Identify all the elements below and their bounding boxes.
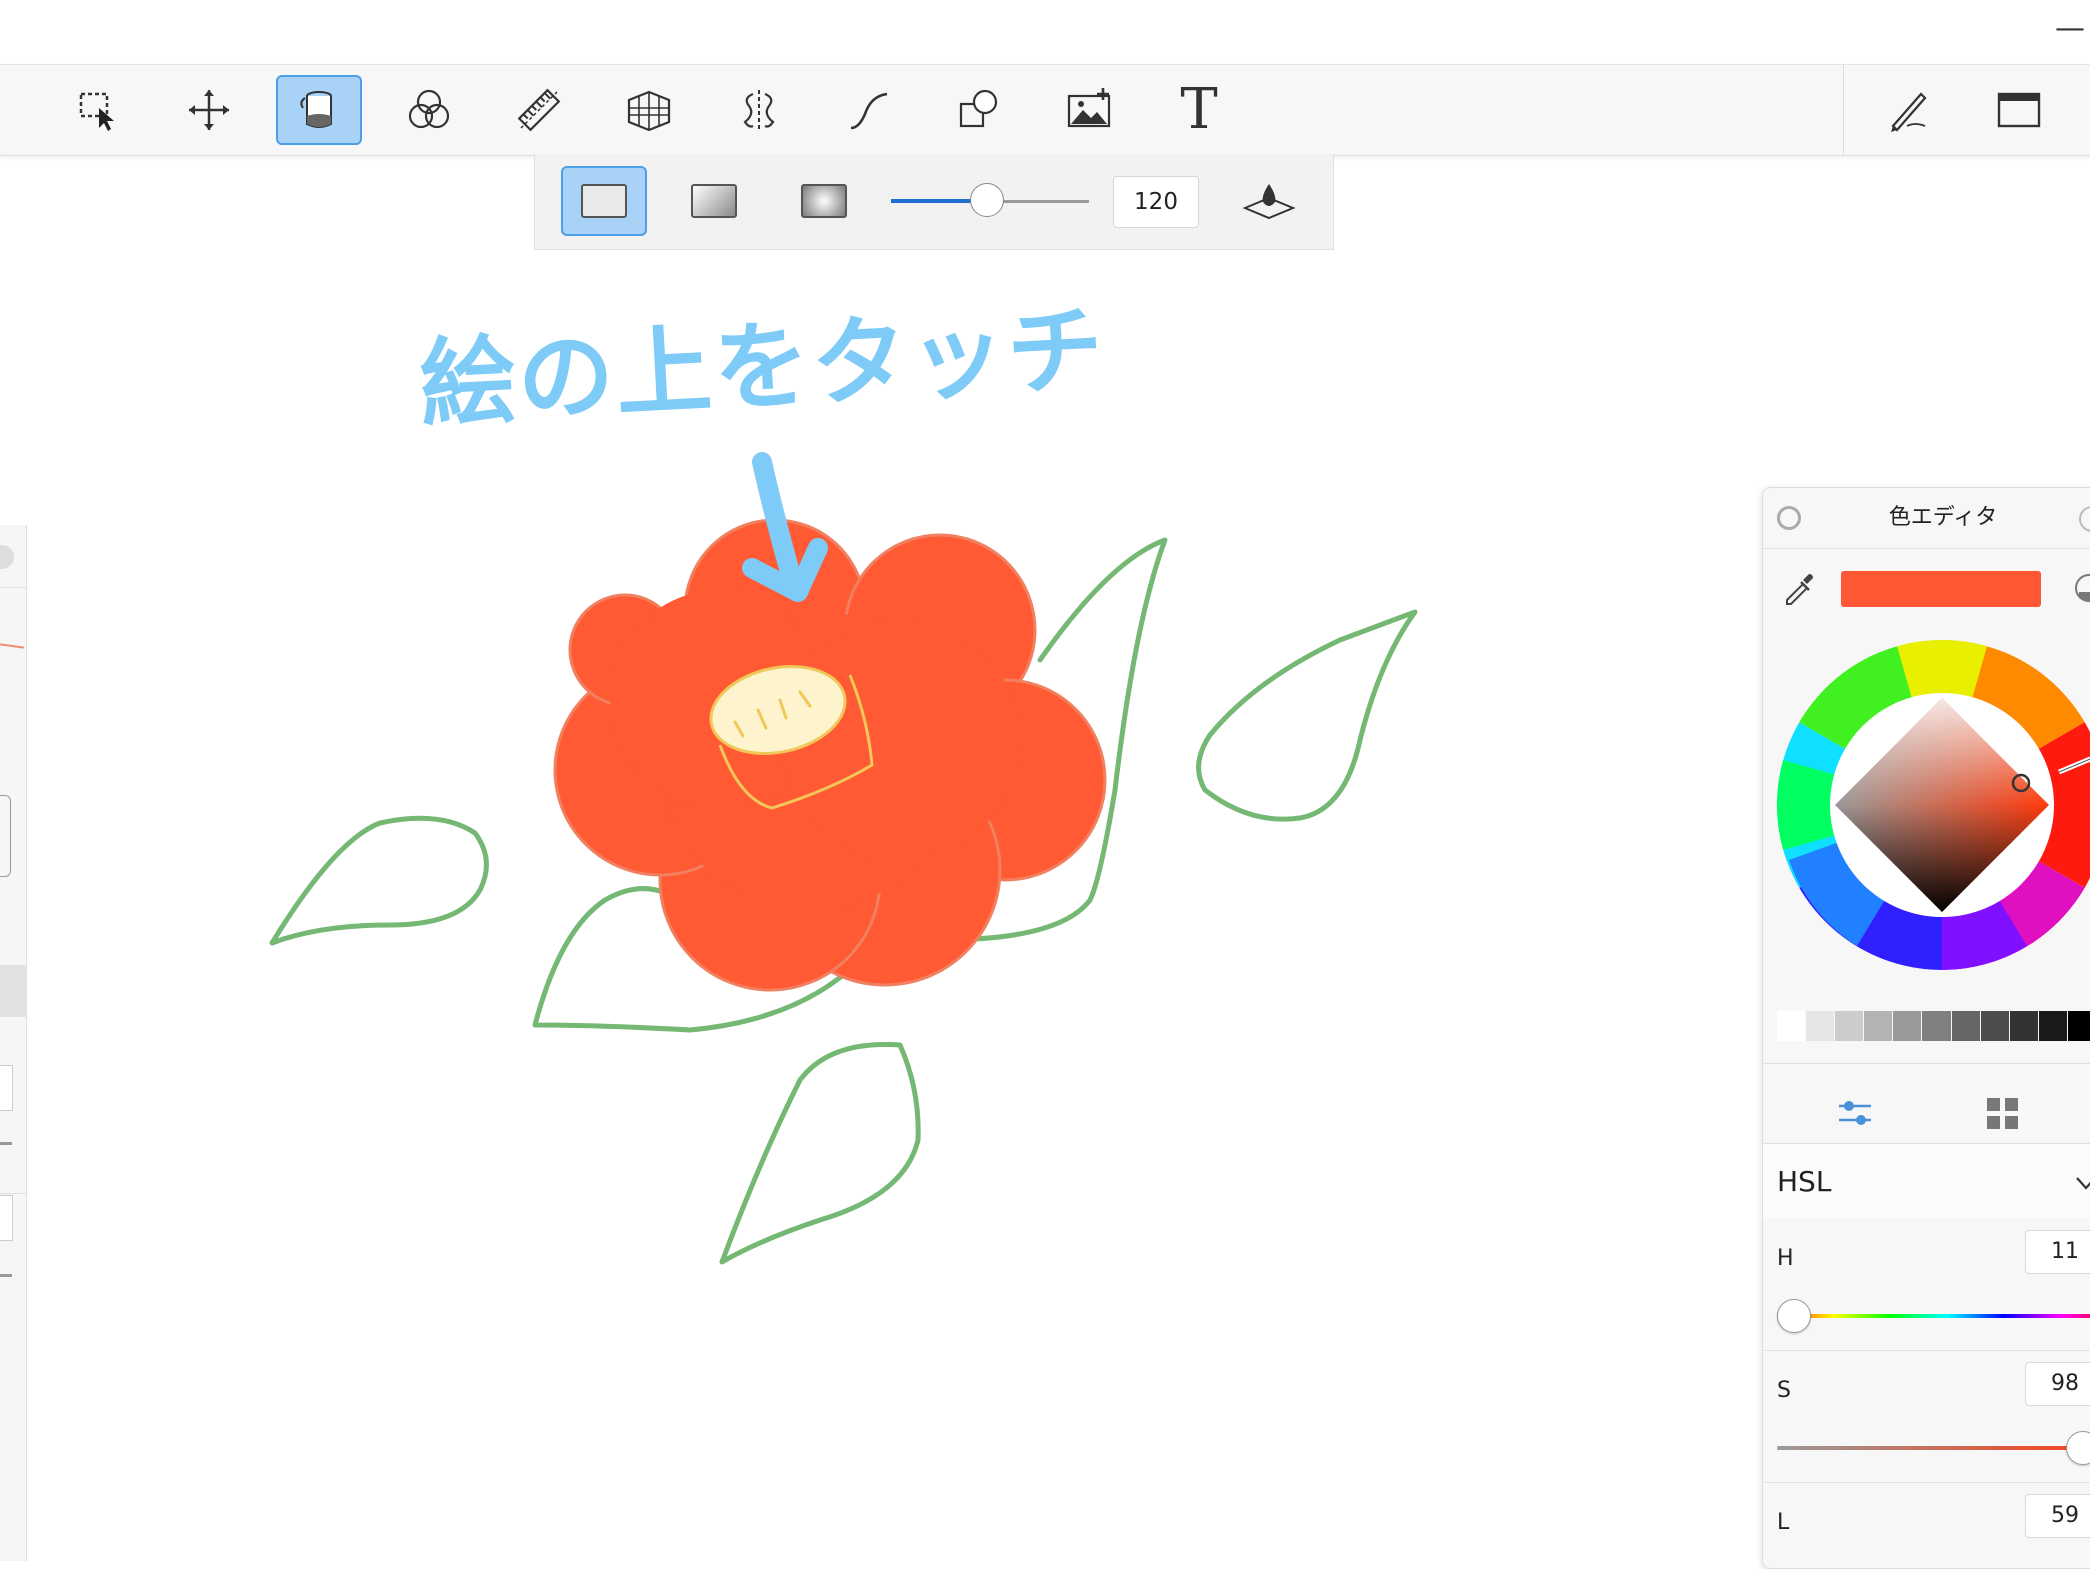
selection-icon <box>79 92 114 131</box>
lightness-label: L <box>1777 1510 1790 1535</box>
symmetry-icon <box>743 90 775 130</box>
ruler-icon <box>517 88 561 132</box>
leaf-bottom <box>719 1041 921 1265</box>
color-editor-header: 色エディタ <box>1763 488 2090 549</box>
saturation-slider-thumb[interactable] <box>2066 1431 2090 1465</box>
tolerance-slider-thumb[interactable] <box>970 183 1004 217</box>
perspective-grid-icon <box>627 90 671 132</box>
symmetry-tool-button[interactable] <box>716 75 802 145</box>
hue-slider-thumb[interactable] <box>1777 1299 1811 1333</box>
text-tool-button[interactable]: T <box>1156 75 1242 145</box>
pen-settings-button[interactable] <box>1866 75 1952 145</box>
toolbar-divider <box>1843 65 1844 155</box>
perspective-tool-button[interactable] <box>606 75 692 145</box>
minimize-button[interactable]: — <box>2050 14 2090 44</box>
curve-icon <box>850 92 888 130</box>
ruler-tool-button[interactable] <box>496 75 582 145</box>
fill-layer-drop-icon[interactable] <box>1241 180 1297 224</box>
hsl-divider-2 <box>1763 1482 2090 1483</box>
leaf-right <box>1196 609 1418 822</box>
hue-label: H <box>1777 1246 1794 1271</box>
title-bar: — <box>0 0 2090 64</box>
move-tool-button[interactable] <box>166 75 252 145</box>
blend-tool-button[interactable] <box>386 75 472 145</box>
lightness-value-field[interactable]: 59 <box>2025 1494 2090 1538</box>
color-editor-panel: 色エディタ HSL H 11 S 98 L 59 <box>1762 487 2090 1569</box>
text-icon: T <box>1180 77 1218 142</box>
color-options-icon[interactable] <box>2071 570 2090 606</box>
saturation-label: S <box>1777 1378 1791 1403</box>
paint-bucket-icon <box>300 91 332 128</box>
move-arrows-icon <box>189 90 229 130</box>
window-icon <box>1997 92 2041 128</box>
swatch-grid-tab-icon[interactable] <box>1981 1092 2025 1136</box>
panel-divider <box>1763 1063 2090 1064</box>
grayscale-swatches <box>1777 1011 2090 1041</box>
main-toolbar: T <box>0 64 2090 156</box>
color-mode-dropdown[interactable]: HSL <box>1763 1144 2090 1218</box>
gray-swatch[interactable] <box>1777 1011 1807 1041</box>
saturation-value-field[interactable]: 98 <box>2025 1362 2090 1406</box>
curve-tool-button[interactable] <box>826 75 912 145</box>
gray-swatch[interactable] <box>2067 1011 2090 1041</box>
fill-solid-button[interactable] <box>561 166 647 236</box>
gray-swatch[interactable] <box>1806 1011 1836 1041</box>
solid-fill-icon <box>581 184 627 218</box>
fill-linear-gradient-button[interactable] <box>671 166 757 236</box>
gray-swatch[interactable] <box>1922 1011 1952 1041</box>
leaf-left <box>269 815 489 946</box>
image-add-icon <box>1067 88 1111 128</box>
radial-gradient-icon <box>801 184 847 218</box>
fill-radial-gradient-button[interactable] <box>781 166 867 236</box>
image-tool-button[interactable] <box>1046 75 1132 145</box>
color-mode-label: HSL <box>1777 1165 1832 1198</box>
pen-icon <box>1891 92 1927 132</box>
sliders-tab-icon[interactable] <box>1833 1092 1877 1136</box>
selection-tool-button[interactable] <box>56 75 142 145</box>
hsl-divider <box>1763 1350 2090 1351</box>
gray-swatch[interactable] <box>1951 1011 1981 1041</box>
gray-swatch[interactable] <box>2009 1011 2039 1041</box>
gray-swatch[interactable] <box>1893 1011 1923 1041</box>
gray-swatch[interactable] <box>1980 1011 2010 1041</box>
gray-swatch[interactable] <box>2038 1011 2068 1041</box>
tolerance-value-field[interactable]: 120 <box>1113 176 1199 228</box>
chevron-down-icon <box>2076 1177 2090 1190</box>
hue-value-field[interactable]: 11 <box>2025 1230 2090 1274</box>
hue-slider-track[interactable] <box>1777 1314 2090 1318</box>
linear-gradient-icon <box>691 184 737 218</box>
fill-options-bar: 120 <box>534 154 1334 250</box>
saturation-slider-track[interactable] <box>1777 1446 2090 1450</box>
flower <box>553 518 1107 992</box>
gray-swatch[interactable] <box>1864 1011 1894 1041</box>
shape-tool-button[interactable] <box>936 75 1022 145</box>
eyedropper-icon[interactable] <box>1781 570 1817 606</box>
current-color-swatch[interactable] <box>1841 571 2041 607</box>
fill-tool-button[interactable] <box>276 75 362 145</box>
color-wheel[interactable] <box>1777 640 2090 970</box>
gray-swatch[interactable] <box>1835 1011 1865 1041</box>
blend-circles-icon <box>408 89 450 129</box>
window-layout-button[interactable] <box>1976 75 2062 145</box>
color-editor-title: 色エディタ <box>1888 505 1998 530</box>
shapes-icon <box>959 89 998 128</box>
drawing-canvas[interactable] <box>0 250 1760 1561</box>
